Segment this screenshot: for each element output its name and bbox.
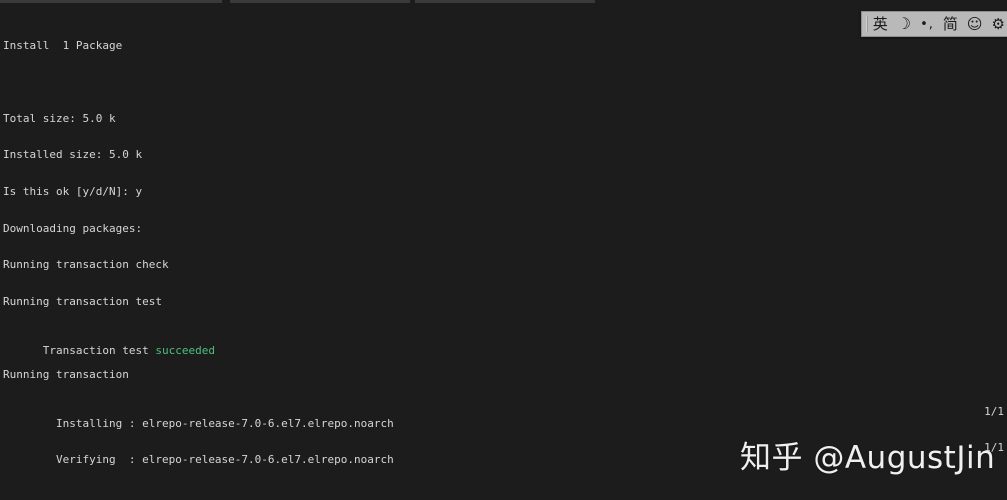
line-installing: Installing : elrepo-release-7.0-6.el7.el… xyxy=(3,404,1007,430)
ime-drag-handle[interactable] xyxy=(866,16,868,32)
punctuation-toggle-icon[interactable]: •, xyxy=(920,18,934,31)
language-toggle-icon[interactable]: 英 xyxy=(873,16,888,32)
line-installed-size: Installed size: 5.0 k xyxy=(3,149,1007,161)
watermark: 知乎 @AugustJin xyxy=(740,440,996,476)
line-confirm-prompt: Is this ok [y/d/N]: y xyxy=(3,184,1007,198)
line-running-test: Running transaction test xyxy=(3,294,1007,308)
confirm-prompt-text: Is this ok [y/d/N]: y xyxy=(3,184,143,198)
downloading-text: Downloading packages: xyxy=(3,221,143,235)
line-running-check: Running transaction check xyxy=(3,259,1007,271)
transaction-test-label: Transaction test xyxy=(42,343,156,357)
settings-gear-icon[interactable]: ⚙ xyxy=(992,16,1005,32)
total-size-text: Total size: 5.0 k xyxy=(3,111,116,125)
line-install-header: Install 1 Package xyxy=(3,38,1007,52)
install-header-text: Install 1 Package xyxy=(3,38,123,52)
terminal-output[interactable]: Install 1 Package Total size: 5.0 k Inst… xyxy=(0,0,1007,500)
terminal-window: Install 1 Package Total size: 5.0 k Inst… xyxy=(0,0,1007,500)
running-check-text: Running transaction check xyxy=(3,258,169,272)
moon-mode-icon[interactable]: ☽ xyxy=(897,16,911,32)
installed-size-text: Installed size: 5.0 k xyxy=(3,148,143,162)
transaction-test-status: succeeded xyxy=(155,343,215,357)
line-running-transaction: Running transaction xyxy=(3,367,1007,381)
running-test-text: Running transaction test xyxy=(3,294,162,308)
running-transaction-text: Running transaction xyxy=(3,367,129,381)
line-total-size: Total size: 5.0 k xyxy=(3,111,1007,125)
ime-toolbar[interactable]: 英 ☽ •, 简 ☺ ⚙ xyxy=(861,11,1007,37)
verifying-text: Verifying : elrepo-release-7.0-6.el7.elr… xyxy=(42,453,394,467)
simplified-toggle-icon[interactable]: 简 xyxy=(943,16,958,32)
line-downloading: Downloading packages: xyxy=(3,221,1007,235)
installing-text: Installing : elrepo-release-7.0-6.el7.el… xyxy=(42,416,394,430)
emoji-icon[interactable]: ☺ xyxy=(967,16,983,32)
installing-counter: 1/1 xyxy=(984,404,1004,418)
line-transaction-test: Transaction test succeeded xyxy=(3,332,1007,356)
